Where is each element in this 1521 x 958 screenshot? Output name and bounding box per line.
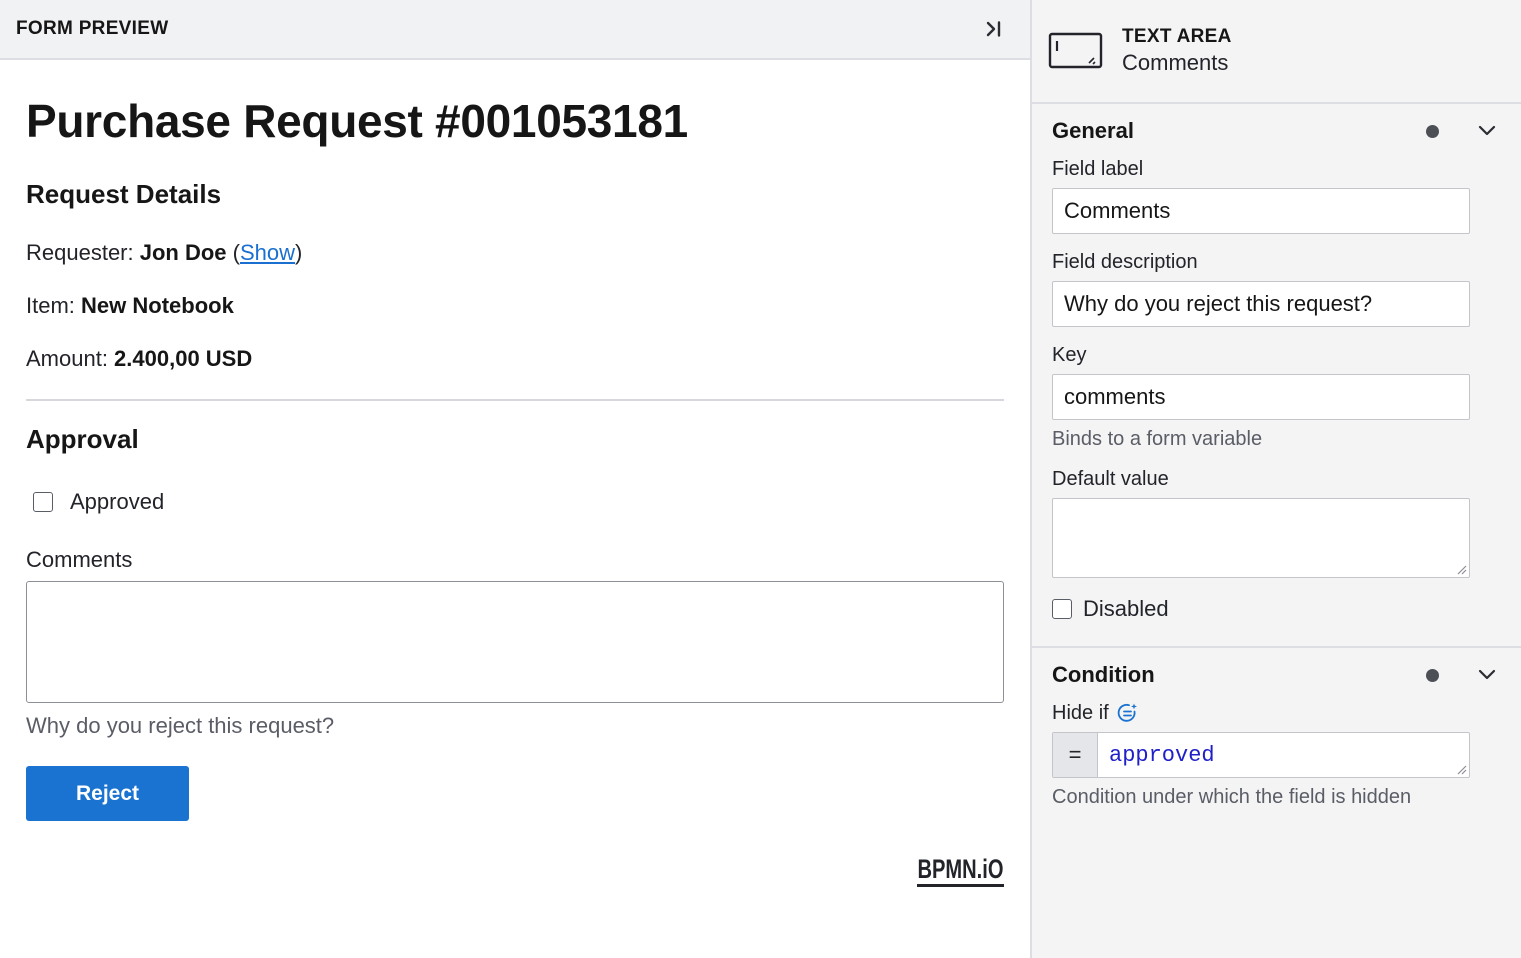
disabled-label: Disabled [1083,596,1169,621]
form-body: Purchase Request #001053181 Request Deta… [0,95,1030,821]
comments-label: Comments [26,547,133,572]
key-label: Key [1052,344,1087,366]
condition-group: Condition Hide if = approved Condition u… [1032,648,1521,809]
general-group-header[interactable]: General [1052,104,1501,158]
comments-description: Why do you reject this request? [26,713,335,738]
collapse-panel-icon[interactable] [982,17,1006,41]
requester-row: Requester: Jon Doe (Show) [26,239,1004,267]
amount-value: 2.400,00 USD [114,346,253,371]
requester-value: Jon Doe [139,240,227,265]
comments-textarea[interactable] [26,581,1004,703]
hide-if-label: Hide if [1052,702,1109,724]
chevron-down-icon[interactable] [1477,121,1497,141]
hide-if-expression: approved [1109,742,1215,768]
hide-if-help: Condition under which the field is hidde… [1052,786,1412,808]
feel-icon[interactable] [1117,702,1139,724]
item-label: Item: [26,293,82,318]
field-description-input[interactable]: Why do you reject this request? [1052,281,1470,327]
request-details-heading: Request Details [26,179,222,209]
bpmn-io-logo[interactable]: BPMN.iO [916,851,1005,891]
item-value: New Notebook [81,293,234,318]
amount-label: Amount: [26,346,115,371]
preview-header: FORM PREVIEW [0,0,1030,60]
preview-title: FORM PREVIEW [16,18,169,39]
properties-header-text: TEXT AREA Comments [1122,25,1232,77]
resize-grip-icon[interactable] [1455,563,1467,575]
resize-grip-icon[interactable] [1455,763,1467,775]
field-label-label: Field label [1052,158,1144,180]
section-divider [26,399,1004,401]
form-preview-pane: FORM PREVIEW Purchase Request #001053181… [0,0,1030,958]
key-help: Binds to a form variable [1052,428,1263,450]
requester-label: Requester: [26,240,140,265]
hide-if-expression-input[interactable]: = approved [1052,732,1470,778]
feel-prefix: = [1053,733,1098,777]
item-row: Item: New Notebook [26,292,1004,320]
properties-header: TEXT AREA Comments [1032,0,1521,104]
disabled-checkbox-row: Disabled [1052,596,1501,622]
default-value-label: Default value [1052,468,1169,490]
general-group: General Field label Comments Field descr… [1032,104,1521,648]
approval-heading: Approval [26,424,139,454]
chevron-down-icon[interactable] [1477,665,1497,685]
approved-label: Approved [70,489,165,514]
element-type: TEXT AREA [1122,26,1232,47]
group-data-indicator [1426,124,1439,138]
general-group-title: General [1052,118,1134,143]
form-title: Purchase Request #001053181 [26,95,688,147]
approved-checkbox-row: Approved [26,487,1004,517]
element-name: Comments [1122,50,1229,75]
properties-panel: TEXT AREA Comments General Field label C… [1030,0,1521,958]
field-label-input[interactable]: Comments [1052,188,1470,234]
reject-button[interactable]: Reject [26,766,189,821]
text-area-icon [1048,31,1104,71]
approved-checkbox[interactable] [33,492,53,512]
show-link[interactable]: Show [240,240,295,265]
group-data-indicator [1426,668,1439,682]
condition-group-title: Condition [1052,662,1155,687]
default-value-textarea[interactable] [1052,498,1470,578]
logo-text: BPMN.iO [918,854,1004,884]
show-link-open: ( [226,240,240,265]
key-input[interactable]: comments [1052,374,1470,420]
field-description-label: Field description [1052,251,1198,273]
hide-if-label-row: Hide if [1052,701,1501,725]
show-link-close: ) [295,240,303,265]
disabled-checkbox[interactable] [1052,599,1072,619]
amount-row: Amount: 2.400,00 USD [26,345,1004,373]
condition-group-header[interactable]: Condition [1052,648,1501,702]
